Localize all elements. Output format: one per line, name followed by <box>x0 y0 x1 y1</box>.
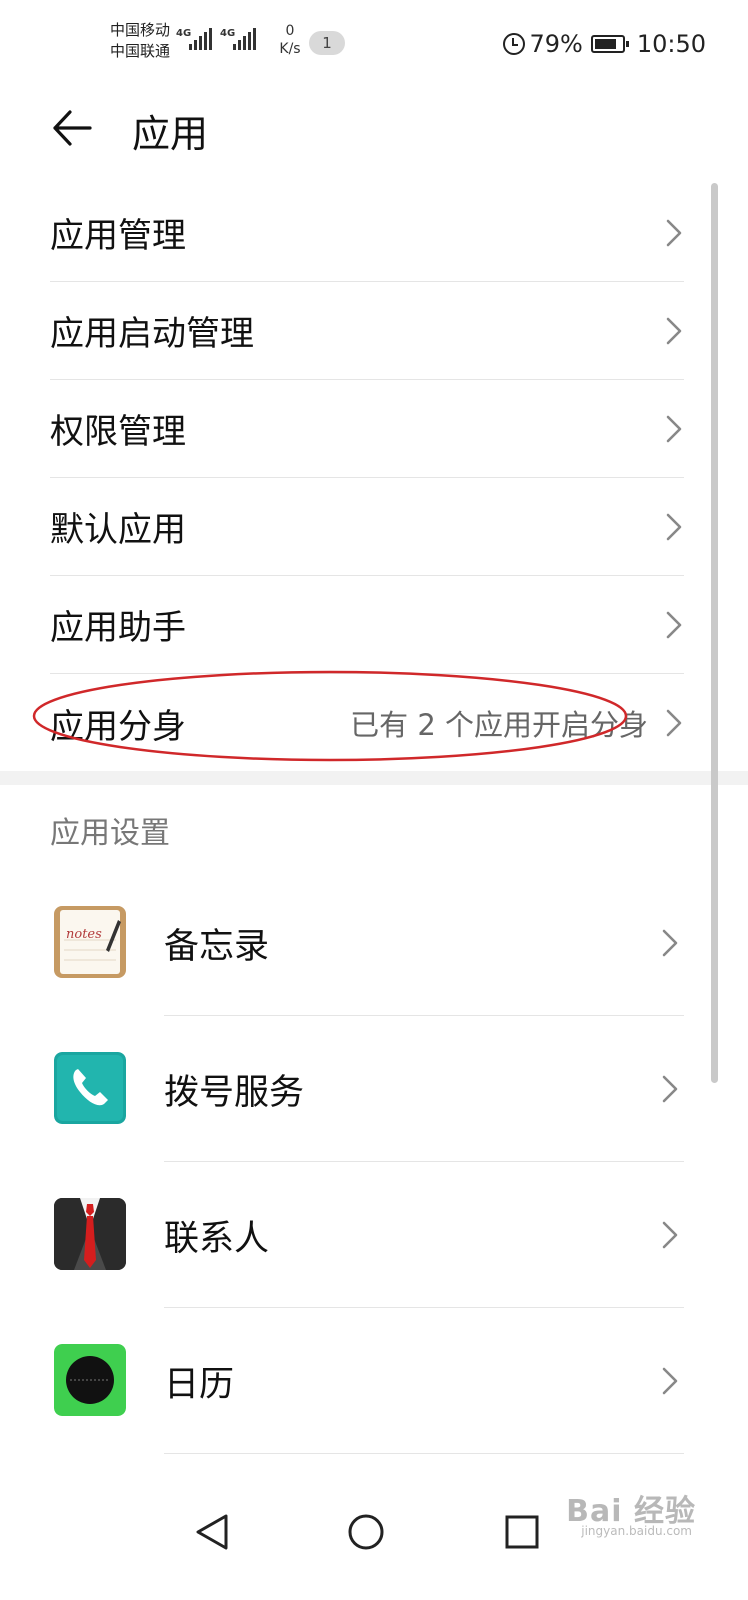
status-right: 79% 10:50 <box>503 28 706 60</box>
app-item-label: 联系人 <box>164 1219 270 1259</box>
back-arrow-icon[interactable] <box>52 108 92 148</box>
app-item-contacts[interactable]: 联系人 <box>50 1162 684 1308</box>
network-speed: 0 K/s <box>279 23 301 57</box>
app-item-notes[interactable]: notes 备忘录 <box>50 870 684 1016</box>
chevron-right-icon <box>666 317 682 344</box>
svg-text:notes: notes <box>66 927 102 942</box>
carrier-1: 中国移动 <box>110 21 171 39</box>
menu-item-label: 应用管理 <box>50 216 186 256</box>
chevron-right-icon <box>666 219 682 246</box>
battery-icon <box>590 35 629 53</box>
menu-item-app-launch-management[interactable]: 应用启动管理 <box>50 282 684 380</box>
battery-percent: 79% <box>529 30 583 58</box>
menu-item-label: 应用助手 <box>50 608 186 648</box>
row-divider <box>164 1453 684 1454</box>
chevron-right-icon <box>666 709 682 737</box>
calendar-icon <box>54 1344 126 1416</box>
carrier-2: 中国联通 <box>110 42 171 60</box>
chevron-right-icon <box>666 611 682 638</box>
chevron-right-icon <box>662 1221 678 1249</box>
menu-item-app-assistant[interactable]: 应用助手 <box>50 576 684 674</box>
menu-item-default-apps[interactable]: 默认应用 <box>50 478 684 576</box>
app-item-dialer-service[interactable]: 拨号服务 <box>50 1016 684 1162</box>
chevron-right-icon <box>662 1075 678 1103</box>
contacts-icon <box>54 1198 126 1270</box>
menu-item-label: 应用启动管理 <box>50 314 254 354</box>
scrollbar[interactable] <box>711 183 718 1083</box>
app-item-calendar[interactable]: 日历 <box>50 1308 684 1454</box>
section-divider <box>0 771 748 785</box>
carrier-names: 中国移动 中国联通 <box>110 20 170 62</box>
highlight-ellipse <box>32 670 628 762</box>
alarm-icon <box>503 33 526 55</box>
chevron-right-icon <box>662 1367 678 1395</box>
page-title: 应用 <box>132 112 209 156</box>
notification-count-badge: 1 <box>309 31 345 55</box>
menu-item-app-management[interactable]: 应用管理 <box>50 184 684 282</box>
phone-icon <box>54 1052 126 1124</box>
app-item-label: 备忘录 <box>164 927 270 967</box>
watermark-url: jingyan.baidu.com <box>581 1524 692 1538</box>
recents-square-icon[interactable] <box>498 1508 546 1556</box>
notes-icon: notes <box>54 906 126 978</box>
app-item-label: 日历 <box>164 1365 235 1405</box>
menu-item-permission-management[interactable]: 权限管理 <box>50 380 684 478</box>
menu-item-label: 默认应用 <box>50 510 186 550</box>
status-bar: 中国移动 中国联通 4G 4G 0 K/s 1 79% 10:50 <box>0 0 748 88</box>
back-triangle-icon[interactable] <box>188 1508 236 1556</box>
clock: 10:50 <box>636 30 706 58</box>
chevron-right-icon <box>666 513 682 540</box>
chevron-right-icon <box>662 929 678 957</box>
chevron-right-icon <box>666 415 682 442</box>
home-circle-icon[interactable] <box>342 1508 390 1556</box>
menu-item-label: 权限管理 <box>50 412 186 452</box>
section-title-app-settings: 应用设置 <box>50 816 170 851</box>
app-item-label: 拨号服务 <box>164 1073 305 1113</box>
